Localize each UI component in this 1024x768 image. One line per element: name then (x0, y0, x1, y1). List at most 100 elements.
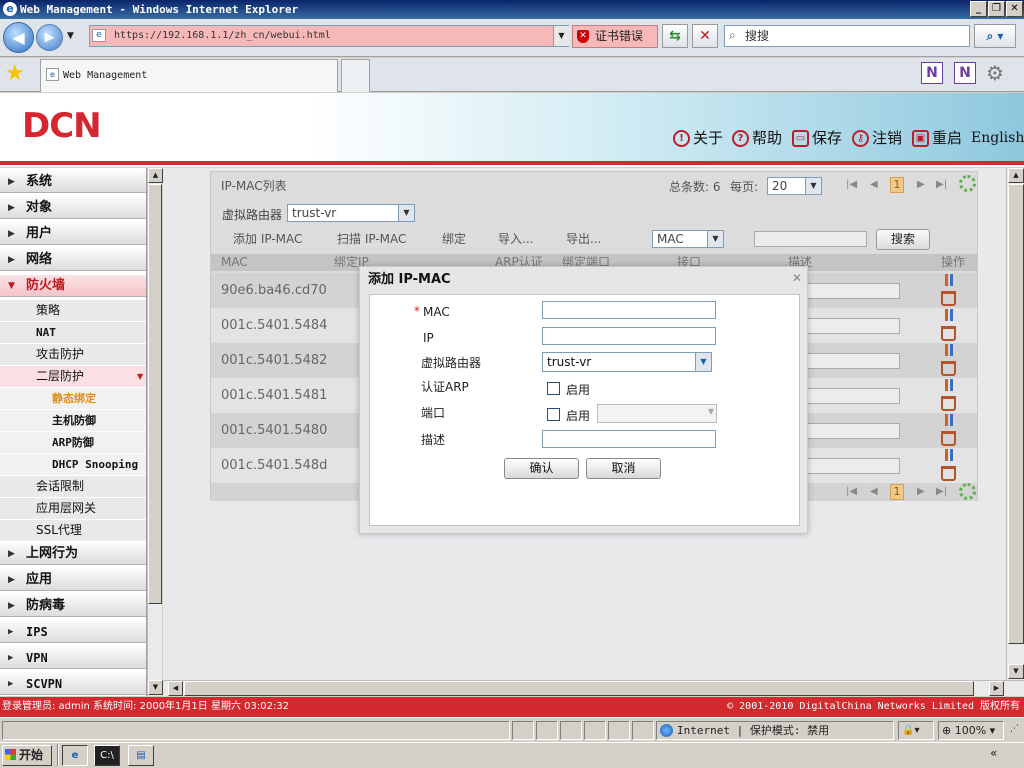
sidebar-item-application[interactable]: ▶ 应用 (0, 569, 146, 591)
sidebar-item-static-binding[interactable]: 静态绑定 (0, 388, 146, 410)
export-button[interactable]: 导出... (566, 231, 601, 247)
refresh-button[interactable]: ⇆ (662, 24, 688, 48)
close-icon[interactable]: ✕ (792, 271, 802, 285)
sidebar-item-host-defense[interactable]: 主机防御 (0, 410, 146, 432)
onenote-linked-icon[interactable]: N (954, 62, 976, 84)
mac-input[interactable] (542, 301, 716, 319)
sidebar-item-system[interactable]: ▶ 系统 (0, 171, 146, 193)
sidebar-item-attack-defense[interactable]: 攻击防护 (0, 344, 146, 366)
delete-trash-icon[interactable] (941, 326, 956, 341)
sidebar-item-policy[interactable]: 策略 (0, 300, 146, 322)
back-button[interactable]: ◀ (3, 22, 34, 53)
logout-link[interactable]: ⚷ 注销 (852, 128, 902, 150)
cancel-button[interactable]: 取消 (586, 458, 661, 479)
tools-gear-icon[interactable]: ⚙ (986, 62, 1004, 84)
refresh-icon[interactable] (959, 175, 976, 192)
sidebar-item-alg[interactable]: 应用层网关 (0, 498, 146, 520)
first-page-icon[interactable]: |◀ (846, 179, 857, 190)
address-bar[interactable]: https://192.168.1.1/zh_cn/webui.html (89, 25, 569, 47)
last-page-icon[interactable]: ▶| (936, 486, 947, 497)
taskbar-app-icon[interactable]: ▤ (128, 745, 154, 766)
scroll-thumb[interactable] (1008, 184, 1024, 644)
protected-mode-button[interactable]: 🔒▾ (898, 721, 934, 740)
current-page[interactable]: 1 (890, 177, 904, 193)
minimize-button[interactable]: _ (970, 1, 987, 17)
forward-button[interactable]: ▶ (36, 24, 63, 51)
content-vertical-scrollbar[interactable]: ▲ ▼ (1006, 168, 1024, 680)
search-input[interactable]: 搜搜 (724, 25, 970, 47)
vr-select[interactable]: trust-vr ▼ (287, 204, 415, 222)
sidebar-item-objects[interactable]: ▶ 对象 (0, 197, 146, 219)
delete-trash-icon[interactable] (941, 361, 956, 376)
refresh-icon[interactable] (959, 483, 976, 500)
bind-button[interactable]: 绑定 (442, 231, 466, 247)
last-page-icon[interactable]: ▶| (936, 179, 947, 190)
per-page-select[interactable]: 20 ▼ (767, 177, 822, 195)
restart-link[interactable]: ▣ 重启 (912, 128, 962, 150)
zoom-button[interactable]: ⊕ 100% ▾ (938, 721, 1004, 740)
confirm-button[interactable]: 确认 (504, 458, 579, 479)
sidebar-scrollbar[interactable]: ▲ ▼ (147, 168, 163, 696)
new-tab-button[interactable] (341, 59, 370, 92)
zone-pane[interactable]: Internet | 保护模式: 禁用 (656, 721, 894, 740)
sidebar-item-dhcp-snooping[interactable]: DHCP Snooping (0, 454, 146, 476)
sidebar-item-firewall[interactable]: ▼ 防火墙 (0, 275, 146, 297)
filter-field-select[interactable]: MAC ▼ (652, 230, 724, 248)
scroll-down-icon[interactable]: ▼ (148, 680, 163, 695)
scan-ip-mac-button[interactable]: 扫描 IP-MAC (337, 231, 406, 247)
sidebar-item-ips[interactable]: ▶ IPS (0, 621, 146, 643)
scroll-thumb[interactable] (148, 184, 162, 604)
maximize-button[interactable]: ❐ (988, 1, 1005, 17)
prev-page-icon[interactable]: ◀ (870, 179, 878, 190)
arp-enable-checkbox[interactable] (547, 382, 560, 395)
save-link[interactable]: ▭ 保存 (792, 128, 842, 150)
prev-page-icon[interactable]: ◀ (870, 486, 878, 497)
port-enable-checkbox[interactable] (547, 408, 560, 421)
tray-expand-icon[interactable]: « (990, 746, 997, 760)
delete-trash-icon[interactable] (941, 431, 956, 446)
search-go-button[interactable]: ⌕ ▾ (974, 24, 1016, 48)
taskbar-ie-icon[interactable]: e (62, 745, 88, 766)
ip-input[interactable] (542, 327, 716, 345)
sidebar-item-arp-defense[interactable]: ARP防御 (0, 432, 146, 454)
about-link[interactable]: ! 关于 (673, 128, 723, 150)
delete-trash-icon[interactable] (941, 396, 956, 411)
import-button[interactable]: 导入... (498, 231, 533, 247)
sidebar-item-l2-protection[interactable]: 二层防护 ▼ (0, 366, 146, 388)
onenote-icon[interactable]: N (921, 62, 943, 84)
next-page-icon[interactable]: ▶ (917, 486, 925, 497)
scroll-up-icon[interactable]: ▲ (1008, 168, 1024, 183)
sidebar-item-nat[interactable]: NAT (0, 322, 146, 344)
delete-trash-icon[interactable] (941, 291, 956, 306)
content-horizontal-scrollbar[interactable]: ◀ ▶ (163, 680, 1024, 696)
sidebar-item-users[interactable]: ▶ 用户 (0, 223, 146, 245)
help-link[interactable]: ? 帮助 (732, 128, 782, 150)
description-input[interactable] (542, 430, 716, 448)
resize-grip-icon[interactable]: ⋰ (1010, 724, 1019, 734)
scroll-thumb[interactable] (184, 681, 974, 696)
scroll-right-icon[interactable]: ▶ (989, 681, 1004, 696)
sidebar-item-scvpn[interactable]: ▶ SCVPN (0, 673, 146, 695)
vr-select[interactable]: trust-vr ▼ (542, 352, 712, 372)
sidebar-item-session-limit[interactable]: 会话限制 (0, 476, 146, 498)
scroll-up-icon[interactable]: ▲ (148, 168, 163, 183)
delete-trash-icon[interactable] (941, 466, 956, 481)
scroll-down-icon[interactable]: ▼ (1008, 664, 1024, 679)
address-dropdown-icon[interactable]: ▼ (553, 26, 569, 46)
tab-web-management[interactable]: Web Management (40, 59, 338, 92)
favorites-star-icon[interactable]: ★ (5, 62, 25, 86)
close-window-button[interactable]: ✕ (1006, 1, 1023, 17)
taskbar-cmd-icon[interactable]: C:\ (94, 745, 120, 766)
sidebar-item-network[interactable]: ▶ 网络 (0, 249, 146, 271)
scroll-left-icon[interactable]: ◀ (168, 681, 183, 696)
search-keyword-input[interactable] (754, 231, 867, 247)
sidebar-item-antivirus[interactable]: ▶ 防病毒 (0, 595, 146, 617)
english-link[interactable]: English (971, 128, 1024, 150)
sidebar-item-vpn[interactable]: ▶ VPN (0, 647, 146, 669)
first-page-icon[interactable]: |◀ (846, 486, 857, 497)
add-ip-mac-button[interactable]: 添加 IP-MAC (233, 231, 302, 247)
sidebar-item-ssl-proxy[interactable]: SSL代理 (0, 520, 146, 542)
history-dropdown-icon[interactable]: ▼ (67, 31, 74, 41)
sidebar-item-web-behavior[interactable]: ▶ 上网行为 (0, 543, 146, 565)
current-page[interactable]: 1 (890, 484, 904, 500)
